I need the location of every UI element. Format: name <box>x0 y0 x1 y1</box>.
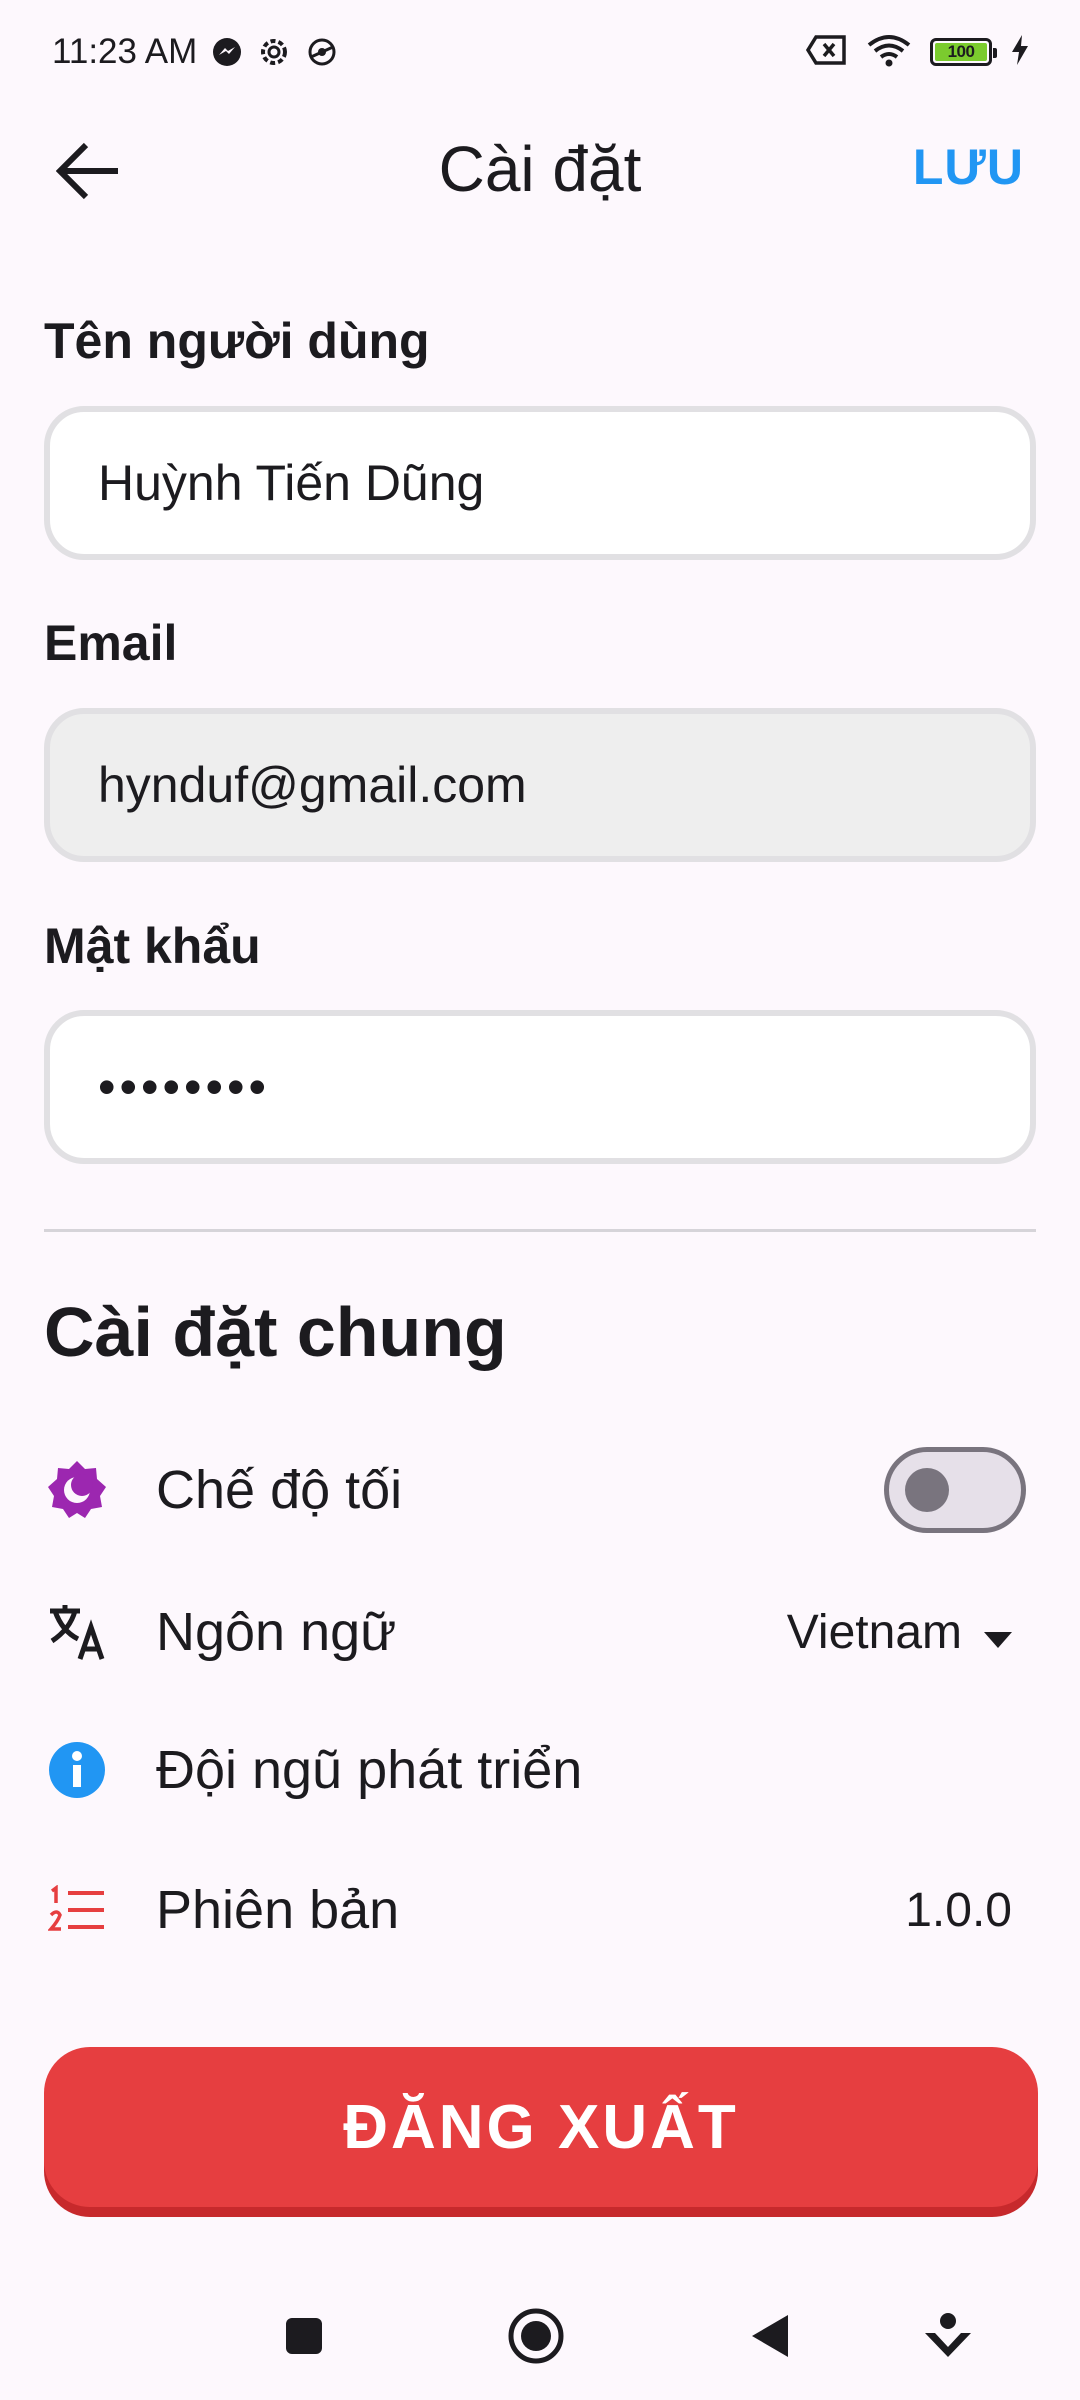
language-label: Ngôn ngữ <box>156 1602 397 1662</box>
status-time: 11:23 AM <box>52 32 198 71</box>
dark-mode-label: Chế độ tối <box>156 1460 403 1520</box>
status-right: 100 <box>805 33 1030 72</box>
system-nav-bar <box>0 2270 1080 2400</box>
status-left: 11:23 AM <box>52 32 339 72</box>
home-button[interactable] <box>506 2308 566 2368</box>
email-label: Email <box>44 615 178 671</box>
dropdown-arrow-icon <box>984 1605 1012 1660</box>
messenger-icon <box>211 36 243 68</box>
language-row[interactable]: Ngôn ngữ Vietnam <box>44 1582 1036 1682</box>
username-label: Tên người dùng <box>44 313 430 369</box>
language-value: Vietnam <box>786 1605 962 1659</box>
triangle-back-icon <box>750 2313 790 2364</box>
dev-team-label: Đội ngũ phát triển <box>156 1740 583 1800</box>
password-field[interactable]: •••••••• <box>44 1010 1036 1164</box>
dark-mode-icon <box>44 1457 110 1523</box>
switch-knob <box>905 1468 949 1512</box>
divider <box>44 1229 1036 1232</box>
square-icon <box>284 2316 324 2361</box>
info-icon <box>44 1737 110 1803</box>
wifi-icon <box>866 33 912 72</box>
assistant-button[interactable] <box>918 2308 978 2368</box>
home-circle-icon <box>507 2307 565 2370</box>
dev-team-row[interactable]: Đội ngũ phát triển <box>44 1720 1036 1820</box>
app-bar: Cài đặt LƯU <box>0 104 1080 236</box>
dark-mode-row[interactable]: Chế độ tối <box>44 1440 1036 1540</box>
version-label: Phiên bản <box>156 1880 400 1940</box>
language-dropdown[interactable]: Vietnam <box>787 1605 1012 1660</box>
settings-gear-icon <box>257 35 291 69</box>
general-settings-title: Cài đặt chung <box>44 1293 507 1371</box>
numbered-list-icon <box>44 1877 110 1943</box>
charging-icon <box>1010 34 1030 71</box>
vpn-icon <box>305 35 339 69</box>
logout-button[interactable]: ĐĂNG XUẤT <box>44 2047 1038 2207</box>
dark-mode-switch[interactable] <box>884 1447 1026 1533</box>
status-bar: 11:23 AM 100 <box>0 0 1080 104</box>
back-nav-button[interactable] <box>740 2308 800 2368</box>
version-row: Phiên bản 1.0.0 <box>44 1860 1036 1960</box>
sim-off-icon <box>805 34 848 71</box>
save-button[interactable]: LƯU <box>913 138 1024 196</box>
battery-icon: 100 <box>930 38 997 66</box>
recents-button[interactable] <box>274 2308 334 2368</box>
translate-icon <box>44 1599 110 1665</box>
assistant-icon <box>923 2311 973 2366</box>
username-field[interactable]: Huỳnh Tiến Dũng <box>44 406 1036 560</box>
battery-level: 100 <box>935 42 987 61</box>
password-label: Mật khẩu <box>44 918 261 974</box>
version-value: 1.0.0 <box>905 1883 1012 1937</box>
email-field: hynduf@gmail.com <box>44 708 1036 862</box>
